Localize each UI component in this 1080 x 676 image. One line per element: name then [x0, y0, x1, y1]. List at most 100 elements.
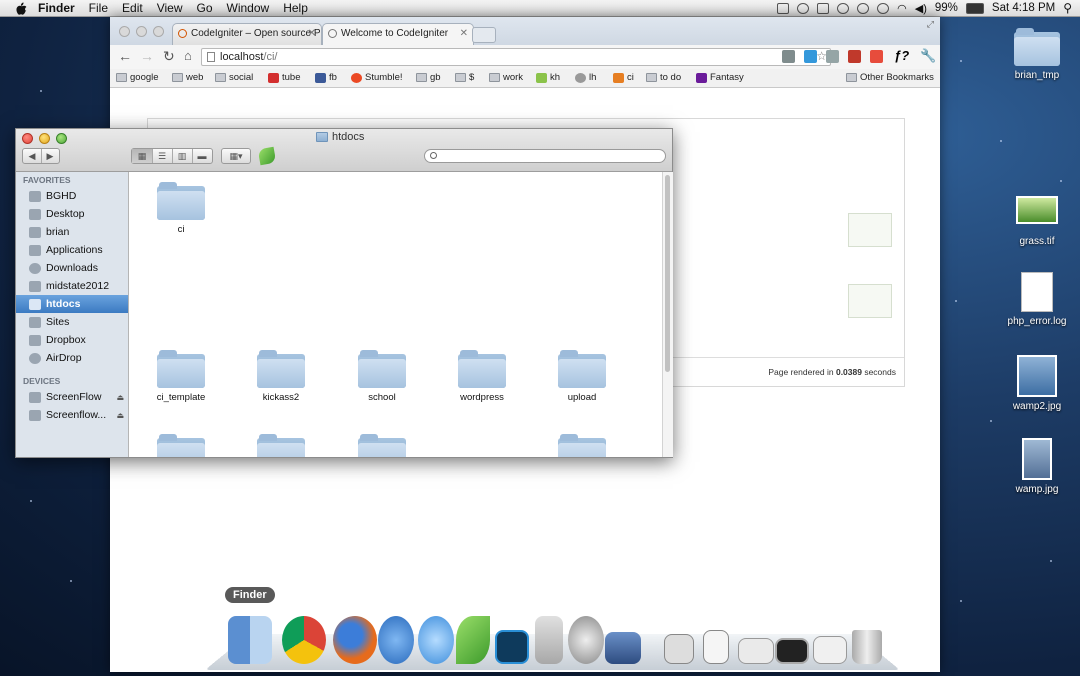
bookmark-social[interactable]: social: [215, 72, 253, 83]
menu-go[interactable]: Go: [197, 1, 213, 15]
finder-titlebar[interactable]: htdocs ◀ ▶ ▦ ☰ ▥ ▬ ▦▾: [16, 129, 672, 172]
file-item-partial[interactable]: [537, 434, 627, 457]
menu-file[interactable]: File: [89, 1, 108, 15]
icon-view-button[interactable]: ▦: [132, 149, 153, 163]
file-item-partial[interactable]: [337, 434, 427, 457]
messages-dock-icon[interactable]: [418, 616, 454, 664]
minimize-button[interactable]: [39, 133, 50, 144]
utilities-dock-icon[interactable]: [535, 616, 563, 664]
forward-button[interactable]: →: [140, 48, 154, 64]
file-item-wordpress[interactable]: wordpress: [437, 350, 527, 403]
finder-dock-icon[interactable]: [228, 616, 272, 664]
desktop-icon-php-error-log[interactable]: php_error.log: [995, 272, 1079, 327]
desktop-icon-wamp[interactable]: wamp.jpg: [995, 438, 1079, 495]
headphones-icon[interactable]: [797, 2, 810, 14]
sidebar-item-midstate2012[interactable]: midstate2012: [16, 277, 128, 295]
sidebar-item-applications[interactable]: Applications: [16, 241, 128, 259]
zoom-button[interactable]: [153, 26, 164, 37]
reload-button[interactable]: ↻: [163, 48, 175, 65]
file-item-partial[interactable]: [136, 434, 226, 457]
bookmark-lh[interactable]: lh: [575, 72, 596, 83]
bookmark-google[interactable]: google: [116, 72, 159, 83]
file-item-kickass2[interactable]: kickass2: [236, 350, 326, 403]
home-button[interactable]: ⌂: [184, 48, 192, 63]
close-button[interactable]: [119, 26, 130, 37]
firefox-dock-icon[interactable]: [333, 616, 377, 664]
coverflow-view-button[interactable]: ▬: [192, 149, 212, 163]
back-button[interactable]: ←: [118, 48, 132, 64]
forward-button[interactable]: ▶: [41, 149, 59, 163]
menu-app-name[interactable]: Finder: [38, 1, 75, 15]
screenflow-icon[interactable]: [777, 2, 790, 14]
menu-view[interactable]: View: [157, 1, 183, 15]
eject-icon[interactable]: ⏏: [116, 411, 124, 420]
clock[interactable]: Sat 4:18 PM: [992, 2, 1055, 14]
dropbox-icon[interactable]: [817, 2, 830, 14]
applications-stack-icon[interactable]: [664, 634, 694, 664]
bookmark-dollar[interactable]: $: [455, 72, 474, 83]
sync-icon[interactable]: [877, 2, 890, 14]
wifi-icon[interactable]: ◠: [897, 2, 907, 15]
sidebar-item-screenflow-2[interactable]: Screenflow... ⏏: [16, 406, 128, 424]
new-tab-button[interactable]: [472, 27, 496, 43]
wrench-icon[interactable]: 🔧: [920, 48, 936, 64]
checker-icon[interactable]: [870, 50, 883, 63]
menu-help[interactable]: Help: [283, 1, 308, 15]
bookmark-fb[interactable]: fb: [315, 72, 337, 83]
display-stack-icon[interactable]: [775, 638, 809, 664]
sidebar-item-htdocs[interactable]: htdocs: [16, 295, 128, 313]
file-item-ci[interactable]: ci: [136, 182, 226, 235]
battery-percent[interactable]: 99%: [935, 2, 958, 14]
browser-tab-codeigniter[interactable]: CodeIgniter – Open source P ✕: [172, 23, 322, 45]
bookmark-tube[interactable]: tube: [268, 72, 301, 83]
sidebar-item-brian[interactable]: brian: [16, 223, 128, 241]
extension-icon[interactable]: [782, 50, 795, 63]
preview-dock-icon[interactable]: [605, 632, 641, 664]
file-item-school[interactable]: school: [337, 350, 427, 403]
bookmark-fantasy[interactable]: Fantasy: [696, 72, 744, 83]
file-item-ci-template[interactable]: ci_template: [136, 350, 226, 403]
sidebar-item-screenflow[interactable]: ScreenFlow ⏏: [16, 388, 128, 406]
bookmark-work[interactable]: work: [489, 72, 523, 83]
menu-window[interactable]: Window: [227, 1, 270, 15]
finder-search-input[interactable]: [424, 149, 666, 163]
volume-icon[interactable]: ◀): [915, 2, 927, 15]
sidebar-item-dropbox[interactable]: Dropbox: [16, 331, 128, 349]
bookmark-ci[interactable]: ci: [613, 72, 634, 83]
minimize-button[interactable]: [136, 26, 147, 37]
trash-icon[interactable]: [852, 630, 882, 664]
scrollbar-thumb[interactable]: [665, 175, 670, 372]
address-stack-icon[interactable]: [813, 636, 847, 664]
desktop-icon-wamp2[interactable]: wamp2.jpg: [995, 355, 1079, 412]
system-preferences-dock-icon[interactable]: [568, 616, 604, 664]
formula-icon[interactable]: ƒ?: [894, 48, 909, 63]
fullscreen-icon[interactable]: ⤢: [927, 19, 934, 30]
spotlight-icon[interactable]: ⚲: [1063, 1, 1072, 15]
bookmark-other[interactable]: Other Bookmarks: [846, 72, 934, 83]
photoshop-dock-icon[interactable]: [495, 630, 529, 664]
apple-icon[interactable]: [14, 1, 28, 15]
eyedropper-icon[interactable]: [826, 50, 839, 63]
browser-tab-welcome[interactable]: Welcome to CodeIgniter ✕: [322, 23, 474, 45]
coda-dock-icon[interactable]: [456, 616, 490, 664]
sidebar-item-sites[interactable]: Sites: [16, 313, 128, 331]
menu-edit[interactable]: Edit: [122, 1, 143, 15]
messages-icon[interactable]: [837, 2, 850, 14]
sidebar-item-desktop[interactable]: Desktop: [16, 205, 128, 223]
arrange-button[interactable]: ▦▾: [221, 148, 251, 164]
bookmark-web[interactable]: web: [172, 72, 203, 83]
back-button[interactable]: ◀: [23, 149, 42, 163]
bookmark-stumble[interactable]: Stumble!: [351, 72, 403, 83]
sidebar-item-bghd[interactable]: BGHD: [16, 187, 128, 205]
address-bar[interactable]: localhost/ci/ A ☆: [201, 48, 831, 66]
chrome-dock-icon[interactable]: [282, 616, 326, 664]
bookmark-kh[interactable]: kh: [536, 72, 560, 83]
leaf-icon[interactable]: [257, 146, 277, 166]
close-icon[interactable]: ✕: [308, 28, 316, 39]
bookmark-gb[interactable]: gb: [416, 72, 441, 83]
sidebar-item-downloads[interactable]: Downloads: [16, 259, 128, 277]
close-icon[interactable]: ✕: [460, 28, 468, 39]
extension-icon[interactable]: [804, 50, 817, 63]
sidebar-item-airdrop[interactable]: AirDrop: [16, 349, 128, 367]
desktop-icon-grass[interactable]: grass.tif: [995, 196, 1079, 247]
